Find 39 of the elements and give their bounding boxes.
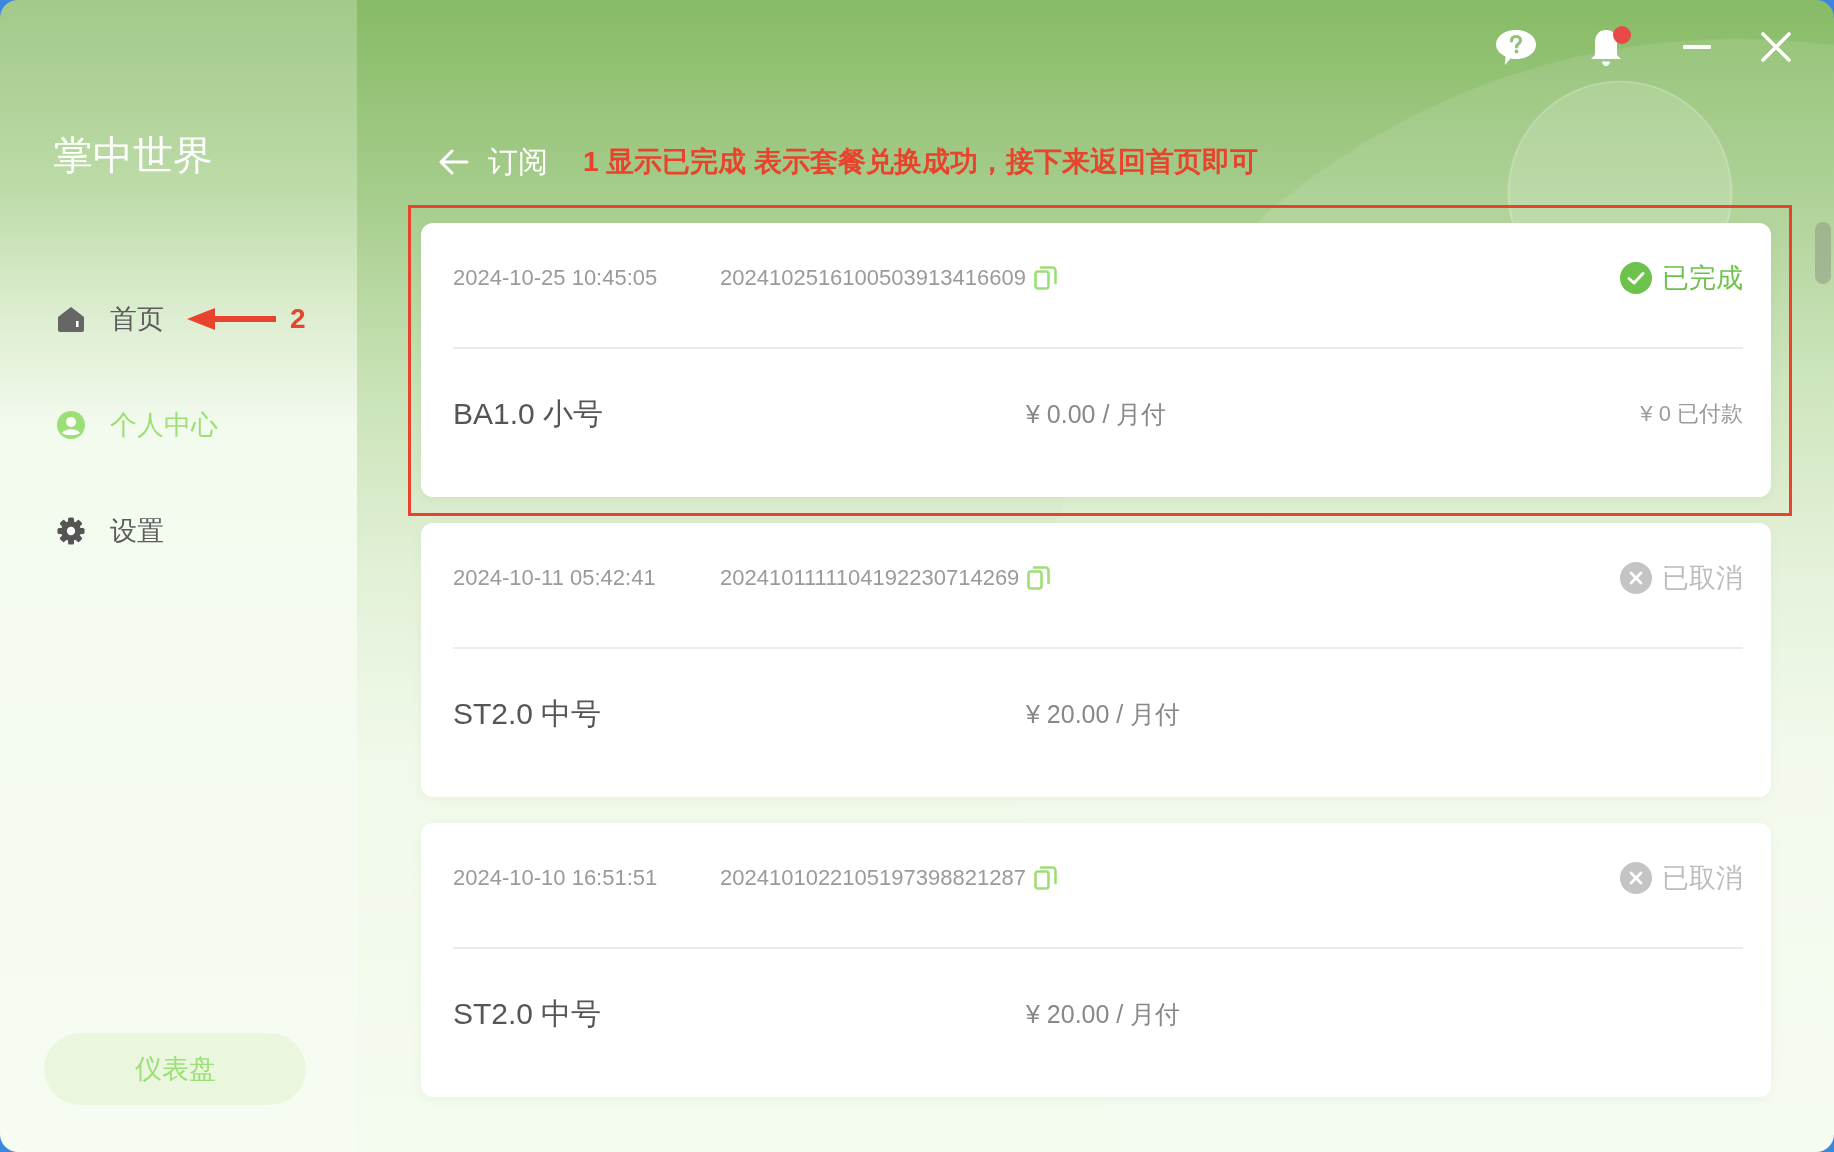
- nav-item[interactable]: 设置: [57, 515, 164, 547]
- dashboard-button[interactable]: 仪表盘: [44, 1033, 306, 1105]
- order-number: 2024101111104192230714269: [720, 564, 1020, 591]
- order-time: 2024-10-11 05:42:41: [453, 564, 656, 591]
- order-number: 2024102516100503913416609: [720, 264, 1026, 291]
- paid-amount: ¥ 0 已付款: [1640, 400, 1743, 429]
- settings-icon: [57, 517, 85, 545]
- order-time: 2024-10-25 10:45:05: [453, 264, 658, 291]
- plan-name: ST2.0 中号: [453, 695, 602, 732]
- plan-price: ¥ 0.00 / 月付: [1026, 398, 1167, 430]
- nav-item[interactable]: 个人中心: [57, 409, 218, 441]
- callout-number: 2: [290, 303, 306, 335]
- plan-name: ST2.0 中号: [453, 995, 602, 1032]
- copy-icon[interactable]: [1033, 265, 1057, 290]
- home-icon: [57, 306, 85, 332]
- order-status: 已取消: [1662, 561, 1743, 595]
- back-arrow-icon: [439, 148, 469, 175]
- order-time: 2024-10-10 16:51:51: [453, 864, 658, 891]
- check-circle-icon: [1620, 261, 1652, 294]
- app-title: 掌中世界: [53, 132, 213, 179]
- help-icon[interactable]: [1495, 28, 1537, 66]
- plan-price: ¥ 20.00 / 月付: [1026, 698, 1181, 730]
- cancel-circle-icon: [1620, 561, 1652, 594]
- order-status: 已完成: [1662, 261, 1743, 295]
- back-button[interactable]: 订阅: [439, 143, 548, 180]
- copy-icon[interactable]: [1033, 865, 1057, 890]
- scrollbar-thumb[interactable]: [1815, 222, 1831, 284]
- nav-item[interactable]: 首页: [57, 303, 164, 335]
- cancel-circle-icon: [1620, 861, 1652, 894]
- order-status: 已取消: [1662, 861, 1743, 895]
- callout-arrow-icon: [187, 308, 276, 330]
- callout-text: 1 显示已完成 表示套餐兑换成功，接下来返回首页即可: [583, 144, 1259, 179]
- plan-name: BA1.0 小号: [453, 395, 604, 432]
- copy-icon[interactable]: [1027, 565, 1051, 590]
- minimize-icon[interactable]: [1683, 45, 1711, 49]
- plan-price: ¥ 20.00 / 月付: [1026, 998, 1181, 1030]
- order-number: 2024101022105197398821287: [720, 864, 1026, 891]
- user-icon: [57, 411, 85, 439]
- close-icon[interactable]: [1761, 32, 1791, 62]
